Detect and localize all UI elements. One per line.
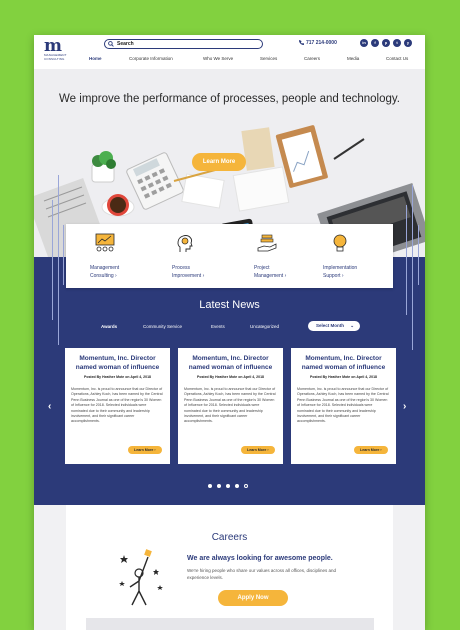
carousel-dots	[208, 484, 248, 488]
select-month-label: Select Month	[316, 323, 345, 328]
carousel-dot-active[interactable]	[244, 484, 248, 488]
phone-text: 717 214-0000	[306, 40, 337, 46]
carousel-dot[interactable]	[217, 484, 221, 488]
news-card-meta: Posted By Heather Mote on April 4, 2018	[84, 375, 151, 379]
nav-corporate-information[interactable]: Corporate Information	[129, 56, 173, 61]
nav-contact-us[interactable]: Contact Us	[386, 56, 408, 61]
nav-home[interactable]: Home	[89, 56, 102, 61]
main-nav: Home Corporate Information Who We Serve …	[34, 56, 425, 66]
service-label: Project Management ›	[254, 265, 287, 279]
news-card: Momentum, Inc. Director named woman of i…	[291, 348, 396, 464]
phone-icon	[299, 40, 304, 45]
news-card-body: Momentum, Inc. is proud to announce that…	[71, 387, 163, 424]
decor-line	[58, 175, 59, 345]
search-input[interactable]: Search	[104, 39, 263, 49]
careers-section: Careers We are always looking for awesom…	[34, 505, 425, 630]
service-label: Process Improvement ›	[172, 265, 205, 279]
learn-more-button[interactable]: Learn More ›	[354, 446, 388, 454]
learn-more-button[interactable]: Learn More ›	[128, 446, 162, 454]
select-month-dropdown[interactable]: Select Month ⌄	[308, 321, 360, 331]
carousel-next-arrow[interactable]: ›	[403, 401, 406, 412]
presentation-chart-icon	[95, 233, 115, 252]
apply-now-button[interactable]: Apply Now	[218, 590, 288, 606]
news-card-title[interactable]: Momentum, Inc. Director named woman of i…	[297, 354, 390, 372]
carousel-dot[interactable]	[235, 484, 239, 488]
service-label: Implementation Support ›	[323, 265, 358, 279]
news-card-title[interactable]: Momentum, Inc. Director named woman of i…	[71, 354, 164, 372]
search-label: Search	[117, 41, 134, 47]
tab-awards[interactable]: Awards	[101, 324, 117, 329]
learn-more-label: Learn More	[360, 448, 380, 452]
learn-more-label: Learn More	[247, 448, 267, 452]
service-label: Management Consulting ›	[90, 265, 120, 279]
youtube-icon[interactable]: y	[404, 39, 412, 47]
facebook-icon[interactable]: f	[371, 39, 379, 47]
celebrating-person-icon	[119, 549, 163, 606]
website-page: m MANAGEMENT CONSULTING Search 717 214-0…	[34, 35, 425, 630]
news-card-meta: Posted By Heather Mote on April 4, 2018	[197, 375, 264, 379]
learn-more-label: Learn More	[134, 448, 154, 452]
careers-card: Careers We are always looking for awesom…	[66, 505, 393, 630]
careers-subtitle: We are always looking for awesome people…	[187, 555, 333, 562]
hand-stack-icon	[257, 234, 277, 252]
social-links: in f p t y	[360, 39, 412, 47]
learn-more-button[interactable]: Learn More	[192, 153, 246, 171]
logo-mark: m	[44, 36, 62, 56]
phone-number[interactable]: 717 214-0000	[299, 40, 337, 46]
decor-line	[63, 225, 64, 285]
linkedin-icon[interactable]: in	[360, 39, 368, 47]
news-card: Momentum, Inc. Director named woman of i…	[178, 348, 283, 464]
nav-who-we-serve[interactable]: Who We Serve	[203, 56, 233, 61]
news-card-body: Momentum, Inc. is proud to announce that…	[297, 387, 389, 424]
carousel-dot[interactable]	[208, 484, 212, 488]
carousel-dot[interactable]	[226, 484, 230, 488]
news-title: Latest News	[199, 299, 260, 311]
twitter-icon[interactable]: t	[393, 39, 401, 47]
tab-community-service[interactable]: Community Service	[143, 324, 182, 329]
hero-title: We improve the performance of processes,…	[59, 93, 400, 105]
chevron-down-icon: ⌄	[350, 323, 354, 328]
lightbulb-icon	[333, 234, 347, 252]
careers-title: Careers	[211, 532, 248, 543]
decor-line	[418, 225, 419, 285]
news-card-body: Momentum, Inc. is proud to announce that…	[184, 387, 276, 424]
news-card-title[interactable]: Momentum, Inc. Director named woman of i…	[184, 354, 277, 372]
pinterest-icon[interactable]: p	[382, 39, 390, 47]
news-card: Momentum, Inc. Director named woman of i…	[65, 348, 170, 464]
tab-uncategorized[interactable]: Uncategorized	[250, 324, 279, 329]
head-gears-icon	[177, 235, 193, 252]
nav-careers[interactable]: Careers	[304, 56, 320, 61]
decor-line	[412, 185, 413, 350]
learn-more-button[interactable]: Learn More ›	[241, 446, 275, 454]
search-icon	[108, 41, 114, 47]
nav-media[interactable]: Media	[347, 56, 359, 61]
services-card: Management Consulting › Process Improvem…	[66, 224, 393, 288]
carousel-prev-arrow[interactable]: ‹	[48, 401, 51, 412]
careers-text: We're hiring people who share our values…	[187, 568, 337, 580]
footer-strip	[86, 618, 374, 630]
site-header: m MANAGEMENT CONSULTING Search 717 214-0…	[34, 35, 425, 69]
nav-services[interactable]: Services	[260, 56, 277, 61]
news-card-meta: Posted By Heather Mote on April 4, 2018	[310, 375, 377, 379]
tab-events[interactable]: Events	[211, 324, 225, 329]
